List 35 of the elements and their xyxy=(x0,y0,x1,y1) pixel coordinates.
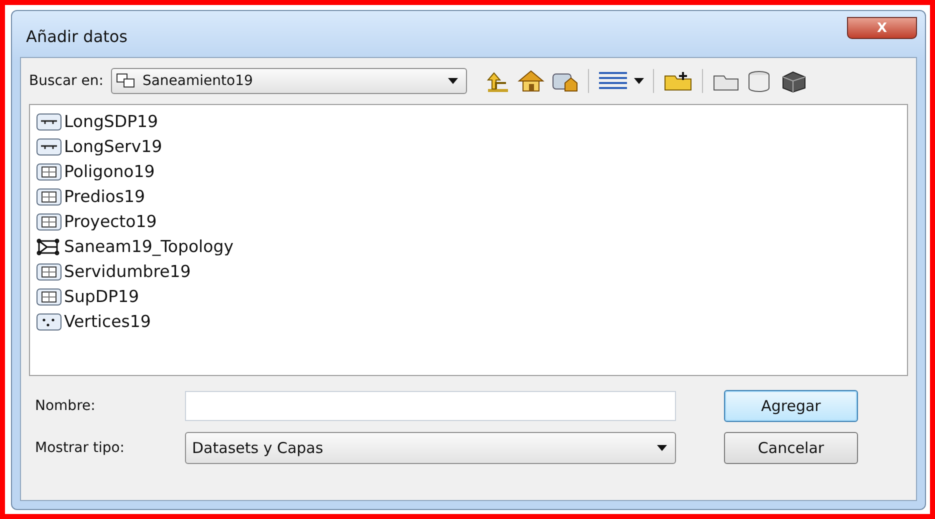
type-dropdown[interactable]: Datasets y Capas xyxy=(185,432,676,464)
list-item[interactable]: Poligono19 xyxy=(64,162,155,181)
polygon-feature-icon xyxy=(36,212,62,230)
list-item[interactable]: Vertices19 xyxy=(64,312,151,331)
caret-icon xyxy=(634,78,644,84)
list-item[interactable]: SupDP19 xyxy=(64,287,140,306)
list-item[interactable]: LongSDP19 xyxy=(64,112,158,131)
home-icon[interactable] xyxy=(517,69,546,93)
name-label: Nombre: xyxy=(35,398,96,414)
polygon-feature-icon xyxy=(36,188,62,206)
location-dropdown[interactable]: Saneamiento19 xyxy=(111,68,468,94)
polygon-feature-icon xyxy=(36,288,62,306)
name-field[interactable] xyxy=(185,391,676,421)
line-feature-icon xyxy=(36,112,62,130)
polygon-feature-icon xyxy=(36,162,62,180)
cancel-button[interactable]: Cancelar xyxy=(724,432,858,464)
toolbox-icon[interactable] xyxy=(780,69,808,93)
point-feature-icon xyxy=(36,312,62,330)
list-item[interactable]: LongServ19 xyxy=(64,137,162,156)
caret-icon xyxy=(657,445,667,451)
list-item[interactable]: Proyecto19 xyxy=(64,212,157,231)
polygon-feature-icon xyxy=(36,262,62,280)
window-title: Añadir datos xyxy=(25,26,128,46)
line-feature-icon xyxy=(36,138,62,156)
list-item[interactable]: Saneam19_Topology xyxy=(64,237,234,256)
caret-icon xyxy=(448,78,458,84)
add-button[interactable]: Agregar xyxy=(724,390,858,422)
list-item[interactable]: Servidumbre19 xyxy=(64,262,191,281)
list-item[interactable]: Predios19 xyxy=(64,187,145,206)
connect-folder-icon[interactable] xyxy=(663,70,694,92)
list-view-icon[interactable] xyxy=(598,70,628,92)
dataset-icon xyxy=(116,73,136,89)
type-label: Mostrar tipo: xyxy=(35,440,126,456)
topology-icon xyxy=(36,238,62,256)
look-in-label: Buscar en: xyxy=(29,73,104,89)
